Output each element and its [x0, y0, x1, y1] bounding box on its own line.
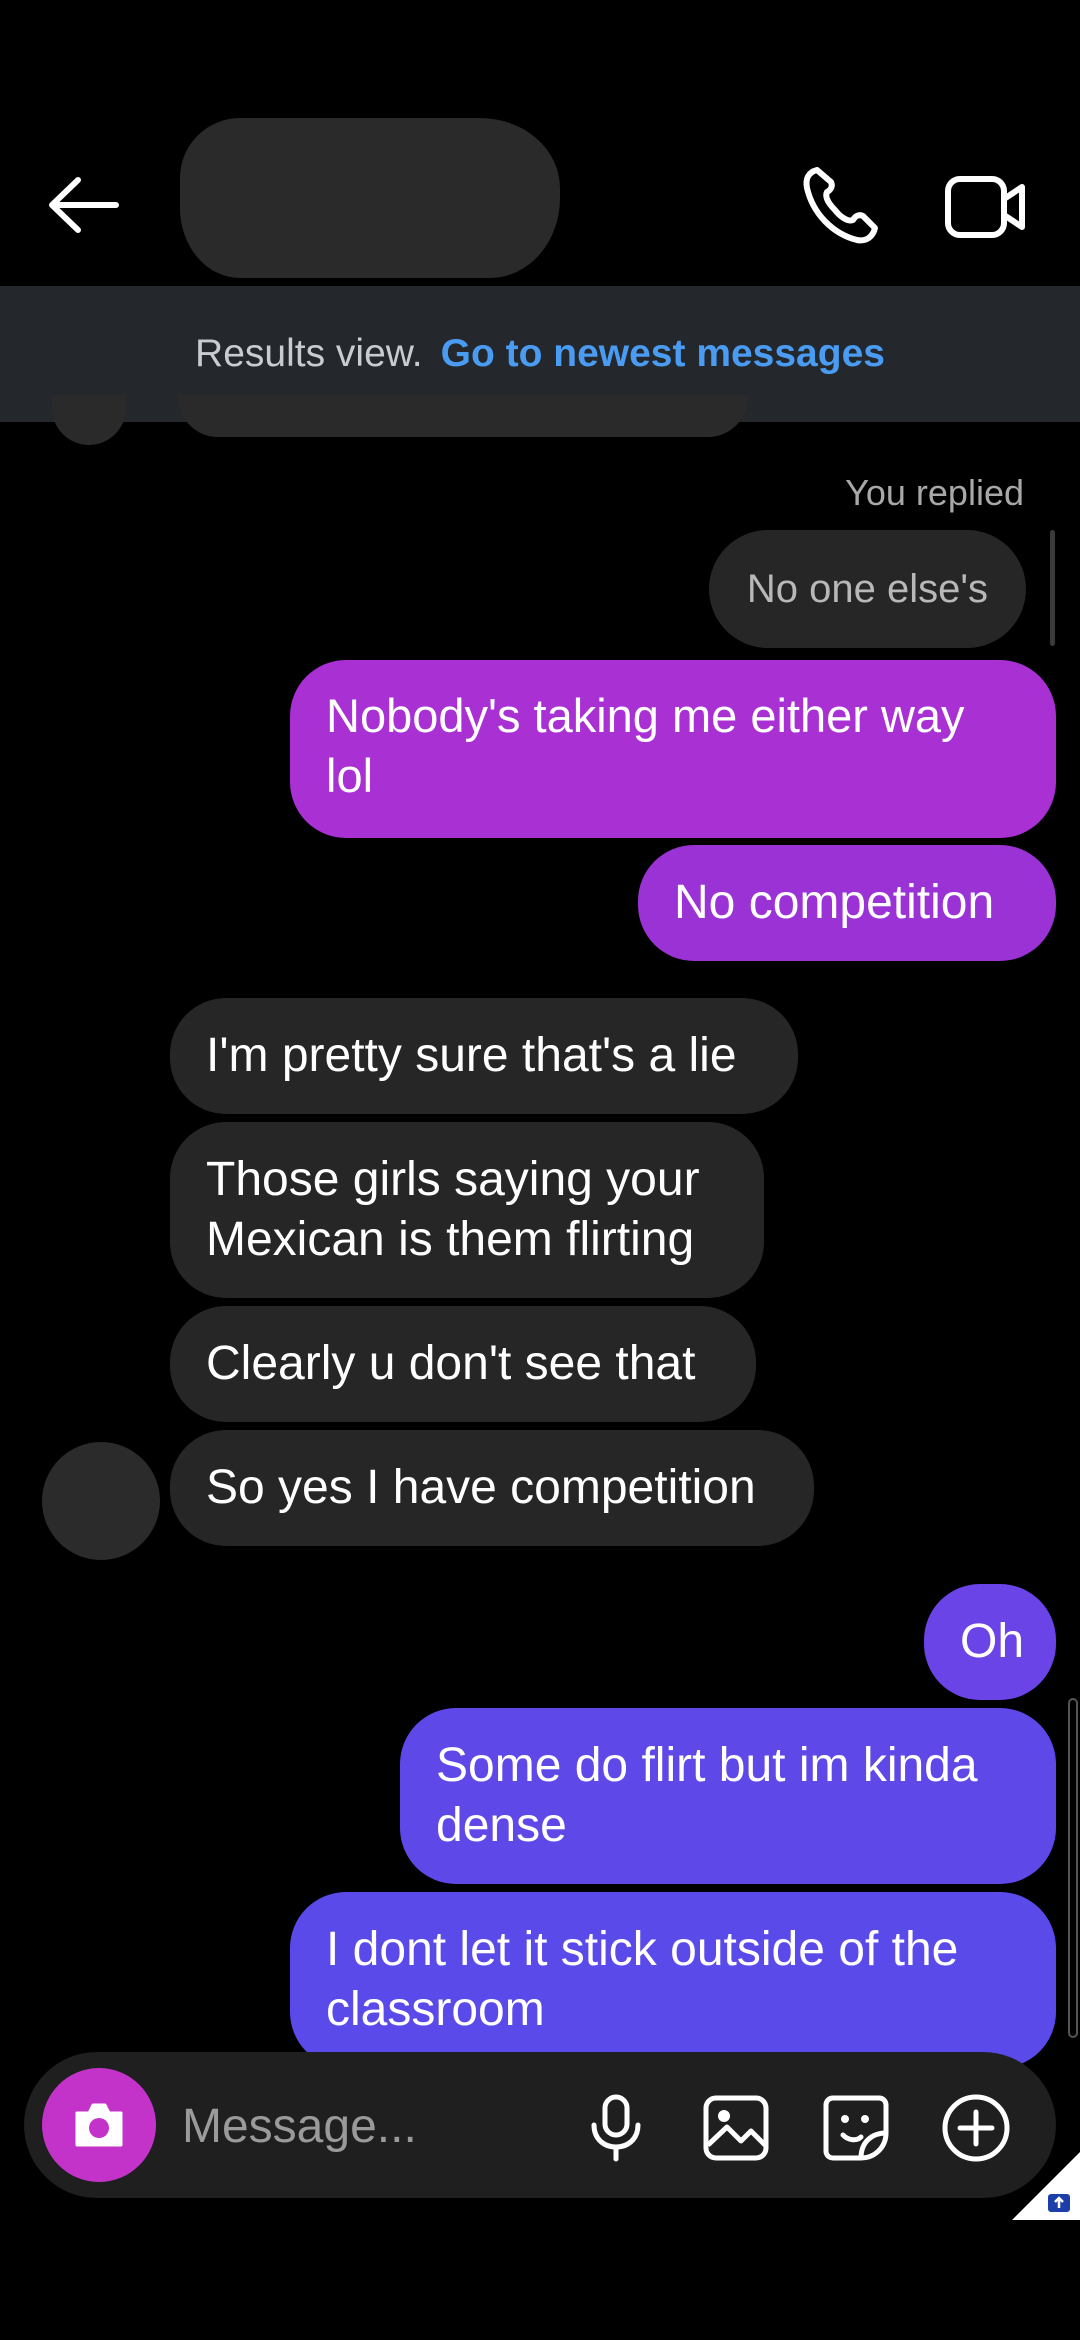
- voice-message-button[interactable]: [578, 2090, 654, 2166]
- my-message-bubble[interactable]: Some do flirt but im kinda dense: [400, 1708, 1056, 1884]
- voice-call-button[interactable]: [795, 160, 885, 250]
- you-replied-label: You replied: [845, 472, 1024, 513]
- their-message-bubble[interactable]: I'm pretty sure that's a lie: [170, 998, 798, 1114]
- avatar[interactable]: [52, 395, 126, 445]
- camera-icon: [75, 2103, 123, 2147]
- quoted-message[interactable]: No one else's: [708, 530, 1026, 648]
- more-options-button[interactable]: [938, 2090, 1014, 2166]
- gallery-button[interactable]: [698, 2090, 774, 2166]
- overlay-corner-badge[interactable]: [1012, 2152, 1080, 2220]
- reply-indicator-bar: [1050, 530, 1055, 646]
- message-bubble-clipped[interactable]: [178, 395, 748, 437]
- message-input[interactable]: [180, 2085, 564, 2167]
- results-view-label: Results view.: [195, 332, 423, 375]
- my-message-bubble[interactable]: I dont let it stick outside of the class…: [290, 1892, 1056, 2068]
- sticker-button[interactable]: [818, 2090, 894, 2166]
- camera-button[interactable]: [42, 2068, 156, 2182]
- my-message-bubble[interactable]: Oh: [924, 1584, 1056, 1700]
- their-message-bubble[interactable]: Clearly u don't see that: [170, 1306, 756, 1422]
- scrollbar[interactable]: [1068, 1698, 1078, 2038]
- go-to-newest-link[interactable]: Go to newest messages: [441, 332, 885, 376]
- avatar[interactable]: [42, 1442, 160, 1560]
- sticker-icon: [823, 2095, 889, 2161]
- microphone-icon: [591, 2094, 641, 2162]
- plus-circle-icon: [942, 2094, 1010, 2162]
- back-button[interactable]: [40, 160, 130, 250]
- contact-name-redacted[interactable]: [180, 118, 560, 278]
- my-message-bubble[interactable]: Nobody's taking me either way lol: [290, 660, 1056, 838]
- page-curl-icon: [1012, 2152, 1080, 2220]
- image-icon: [703, 2095, 769, 2161]
- video-camera-icon: [945, 176, 1025, 238]
- video-call-button[interactable]: [940, 165, 1030, 255]
- phone-icon: [803, 167, 878, 244]
- their-message-bubble[interactable]: Those girls saying your Mexican is them …: [170, 1122, 764, 1298]
- my-message-bubble[interactable]: No competition: [638, 845, 1056, 961]
- their-message-bubble[interactable]: So yes I have competition: [170, 1430, 814, 1546]
- arrow-left-icon: [49, 177, 119, 233]
